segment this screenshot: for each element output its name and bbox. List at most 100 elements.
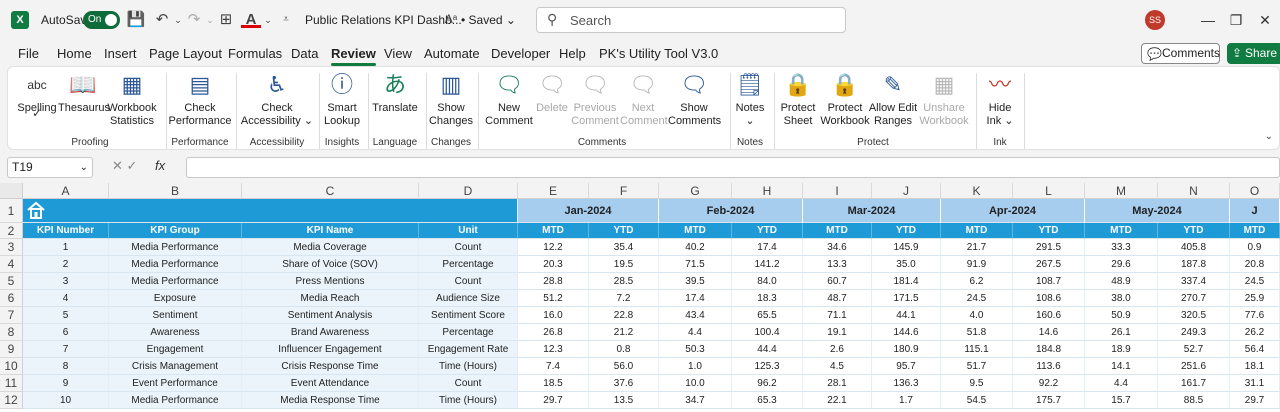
column-header[interactable]: A [23, 183, 109, 199]
kpi-value-cell[interactable]: 52.7 [1158, 341, 1230, 358]
kpi-value-cell[interactable]: 71.5 [659, 256, 732, 273]
kpi-value-cell[interactable]: 17.4 [659, 290, 732, 307]
kpi-value-cell[interactable]: 184.8 [1013, 341, 1085, 358]
formula-cancel-confirm-icons[interactable]: ✕ ✓ [112, 158, 137, 174]
tab-view[interactable]: View [384, 46, 412, 61]
kpi-value-cell[interactable]: 56.0 [589, 358, 659, 375]
kpi-info-cell[interactable]: Percentage [419, 256, 518, 273]
kpi-value-cell[interactable]: 48.7 [803, 290, 872, 307]
name-box[interactable]: T19 ⌄ [7, 157, 93, 178]
kpi-info-cell[interactable]: Percentage [419, 324, 518, 341]
kpi-value-cell[interactable]: 16.0 [518, 307, 589, 324]
kpi-info-cell[interactable]: Media Reach [242, 290, 419, 307]
kpi-info-cell[interactable]: Event Attendance [242, 375, 419, 392]
kpi-info-cell[interactable]: Media Response Time [242, 392, 419, 409]
check-performance-button[interactable]: ▤ Check Performance [168, 71, 232, 128]
kpi-value-cell[interactable]: 24.5 [1230, 273, 1280, 290]
kpi-info-cell[interactable]: 8 [23, 358, 109, 375]
kpi-value-cell[interactable]: 91.9 [941, 256, 1013, 273]
row-header[interactable]: 6 [0, 290, 23, 307]
kpi-value-cell[interactable]: 12.3 [518, 341, 589, 358]
document-title[interactable]: Public Relations KPI Dashb... [305, 13, 462, 27]
kpi-info-cell[interactable]: Event Performance [109, 375, 242, 392]
kpi-value-cell[interactable]: 33.3 [1085, 239, 1158, 256]
kpi-value-cell[interactable]: 88.5 [1158, 392, 1230, 409]
tab-data[interactable]: Data [291, 46, 318, 61]
kpi-value-cell[interactable]: 25.9 [1230, 290, 1280, 307]
kpi-value-cell[interactable]: 50.9 [1085, 307, 1158, 324]
kpi-value-cell[interactable]: 18.9 [1085, 341, 1158, 358]
kpi-value-cell[interactable]: 31.1 [1230, 375, 1280, 392]
column-header[interactable]: H [732, 183, 803, 199]
kpi-info-cell[interactable]: Crisis Management [109, 358, 242, 375]
kpi-value-cell[interactable]: 4.0 [941, 307, 1013, 324]
kpi-value-cell[interactable]: 35.0 [872, 256, 941, 273]
kpi-value-cell[interactable]: 161.7 [1158, 375, 1230, 392]
kpi-value-cell[interactable]: 50.3 [659, 341, 732, 358]
kpi-value-cell[interactable]: 34.6 [803, 239, 872, 256]
kpi-value-cell[interactable]: 60.7 [803, 273, 872, 290]
kpi-value-cell[interactable]: 18.1 [1230, 358, 1280, 375]
kpi-value-cell[interactable]: 19.5 [589, 256, 659, 273]
kpi-value-cell[interactable]: 40.2 [659, 239, 732, 256]
kpi-value-cell[interactable]: 24.5 [941, 290, 1013, 307]
kpi-value-cell[interactable]: 20.8 [1230, 256, 1280, 273]
tab-formulas[interactable]: Formulas [228, 46, 282, 61]
row-header[interactable]: 8 [0, 324, 23, 341]
kpi-info-cell[interactable]: 5 [23, 307, 109, 324]
tab-page-layout[interactable]: Page Layout [149, 46, 222, 61]
delete-comment-button[interactable]: 🗨 Delete [534, 71, 570, 115]
kpi-value-cell[interactable]: 125.3 [732, 358, 803, 375]
kpi-value-cell[interactable]: 77.6 [1230, 307, 1280, 324]
tab-help[interactable]: Help [559, 46, 586, 61]
row-header[interactable]: 10 [0, 358, 23, 375]
kpi-value-cell[interactable]: 291.5 [1013, 239, 1085, 256]
kpi-value-cell[interactable]: 22.8 [589, 307, 659, 324]
row-header[interactable]: 3 [0, 239, 23, 256]
column-header[interactable]: F [589, 183, 659, 199]
restore-icon[interactable]: ❐ [1226, 10, 1246, 30]
kpi-value-cell[interactable]: 10.0 [659, 375, 732, 392]
check-accessibility-button[interactable]: ♿ Check Accessibility ⌄ [240, 71, 314, 128]
previous-comment-button[interactable]: 🗨 Previous Comment [570, 71, 620, 128]
kpi-value-cell[interactable]: 337.4 [1158, 273, 1230, 290]
kpi-value-cell[interactable]: 96.2 [732, 375, 803, 392]
row-header[interactable]: 2 [0, 223, 23, 239]
kpi-info-cell[interactable]: Media Performance [109, 239, 242, 256]
kpi-info-cell[interactable]: Time (Hours) [419, 358, 518, 375]
kpi-value-cell[interactable]: 0.9 [1230, 239, 1280, 256]
spelling-button[interactable]: abc ✓ Spelling [16, 71, 58, 120]
kpi-info-cell[interactable]: Engagement [109, 341, 242, 358]
column-header[interactable]: L [1013, 183, 1085, 199]
kpi-value-cell[interactable]: 71.1 [803, 307, 872, 324]
kpi-value-cell[interactable]: 6.2 [941, 273, 1013, 290]
kpi-info-cell[interactable]: Press Mentions [242, 273, 419, 290]
thesaurus-button[interactable]: 📖 Thesaurus [58, 71, 110, 115]
kpi-value-cell[interactable]: 141.2 [732, 256, 803, 273]
kpi-value-cell[interactable]: 65.3 [732, 392, 803, 409]
kpi-value-cell[interactable]: 180.9 [872, 341, 941, 358]
kpi-info-cell[interactable]: Sentiment Analysis [242, 307, 419, 324]
tab-insert[interactable]: Insert [104, 46, 137, 61]
new-comment-button[interactable]: 🗨 New Comment [484, 71, 534, 128]
kpi-value-cell[interactable]: 113.6 [1013, 358, 1085, 375]
kpi-value-cell[interactable]: 405.8 [1158, 239, 1230, 256]
kpi-value-cell[interactable]: 4.5 [803, 358, 872, 375]
kpi-value-cell[interactable]: 20.3 [518, 256, 589, 273]
save-icon[interactable]: 💾 [126, 10, 146, 30]
kpi-value-cell[interactable]: 100.4 [732, 324, 803, 341]
search-box[interactable]: ⚲ Search [536, 7, 846, 33]
avatar[interactable]: SS [1145, 10, 1165, 30]
kpi-value-cell[interactable]: 28.1 [803, 375, 872, 392]
kpi-info-cell[interactable]: Share of Voice (SOV) [242, 256, 419, 273]
unshare-workbook-button[interactable]: ▦ Unshare Workbook [918, 71, 970, 128]
kpi-info-cell[interactable]: 7 [23, 341, 109, 358]
kpi-value-cell[interactable]: 108.7 [1013, 273, 1085, 290]
tab-file[interactable]: File [18, 46, 39, 61]
kpi-info-cell[interactable]: Engagement Rate [419, 341, 518, 358]
kpi-value-cell[interactable]: 26.2 [1230, 324, 1280, 341]
kpi-value-cell[interactable]: 22.1 [803, 392, 872, 409]
tab-review[interactable]: Review [331, 46, 376, 66]
kpi-value-cell[interactable]: 7.4 [518, 358, 589, 375]
kpi-info-cell[interactable]: 10 [23, 392, 109, 409]
